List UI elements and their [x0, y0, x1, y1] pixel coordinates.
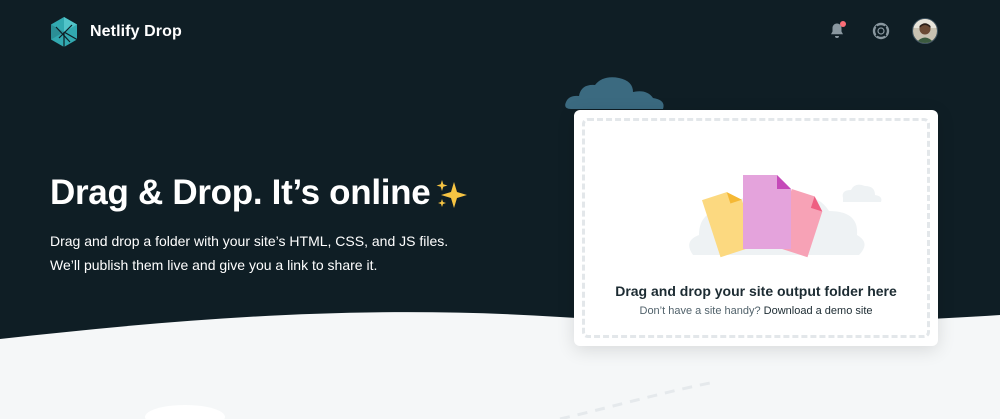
drop-zone-hint: Don’t have a site handy? Download a demo… [585, 305, 927, 317]
page-title: Drag & Drop. It’s online [50, 173, 550, 213]
hero-description: Drag and drop a folder with your site’s … [50, 229, 550, 277]
top-bar: Netlify Drop [0, 0, 1000, 64]
help-button[interactable] [868, 18, 894, 44]
hero-title-text: Drag & Drop. It’s online [50, 173, 431, 212]
avatar [912, 18, 938, 44]
cloud-decoration [565, 77, 664, 109]
notification-badge [840, 21, 846, 27]
download-demo-site-link[interactable]: Download a demo site [764, 305, 873, 317]
sparkles-icon [436, 179, 468, 208]
hero-description-line: We’ll publish them live and give you a l… [50, 256, 378, 273]
brand[interactable]: Netlify Drop [50, 16, 182, 48]
hero-description-line: Drag and drop a folder with your site’s … [50, 232, 449, 249]
drop-card: Drag and drop your site output folder he… [574, 110, 938, 346]
hero: Drag & Drop. It’s online Drag and drop a… [50, 173, 550, 277]
drop-zone-title: Drag and drop your site output folder he… [615, 283, 897, 299]
top-bar-actions [824, 18, 938, 44]
drop-zone[interactable]: Drag and drop your site output folder he… [582, 118, 930, 338]
user-menu-button[interactable] [912, 18, 938, 44]
drop-zone-prompt: Don’t have a site handy? [639, 305, 761, 317]
lifebuoy-icon [872, 22, 890, 40]
notifications-button[interactable] [824, 18, 850, 44]
app-title: Netlify Drop [90, 23, 182, 40]
files-illustration [689, 175, 882, 258]
netlify-logo-icon [51, 17, 78, 47]
